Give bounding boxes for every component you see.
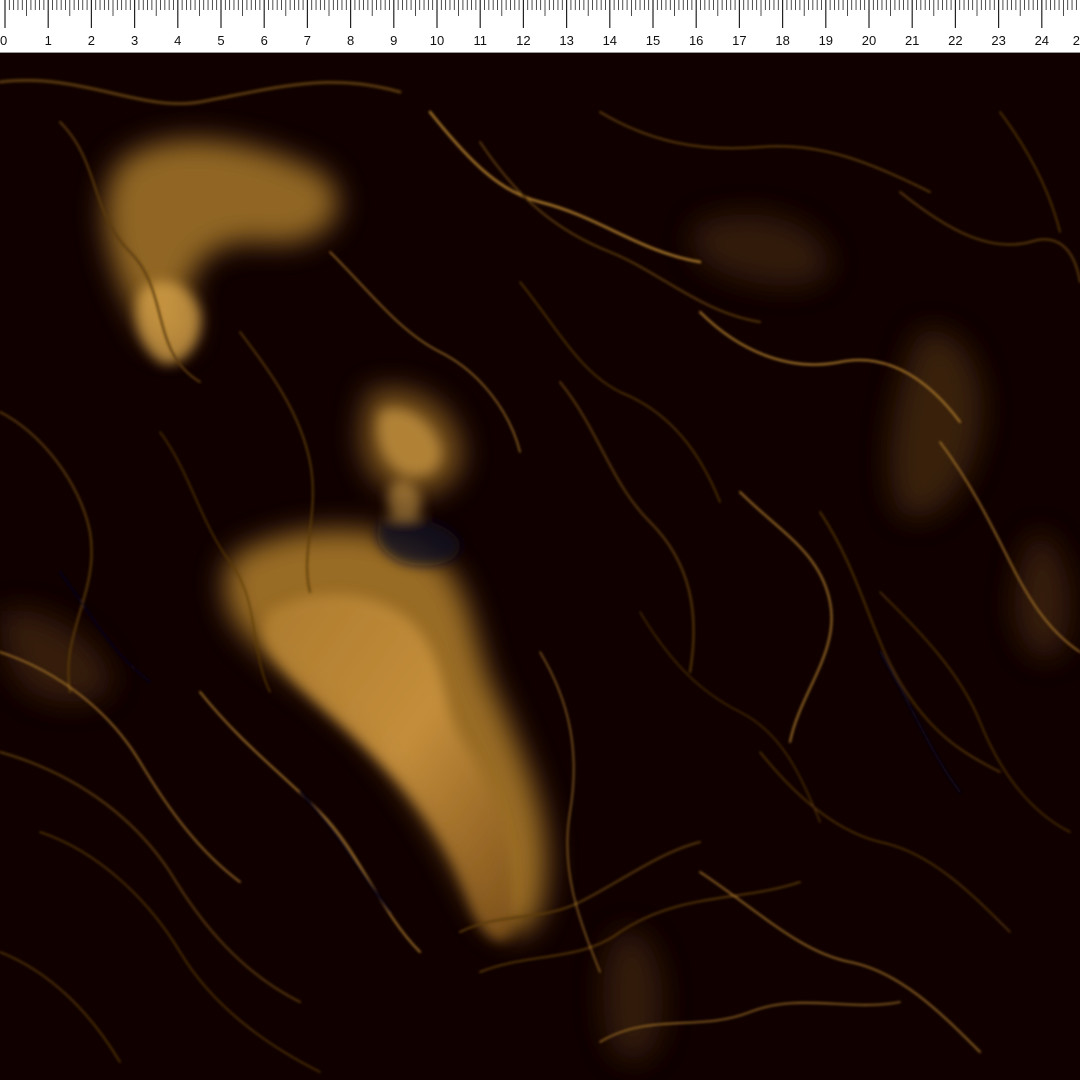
marble-pattern-image: [0, 52, 1080, 1080]
ruler-label: 5: [217, 33, 224, 48]
ruler-label: 7: [304, 33, 311, 48]
ruler-label: 18: [775, 33, 789, 48]
ruler-label: 13: [559, 33, 573, 48]
ruler-label: 1: [45, 33, 52, 48]
ruler-label: 4: [174, 33, 181, 48]
ruler-label: 9: [390, 33, 397, 48]
ruler-label: 8: [347, 33, 354, 48]
ruler-label: 16: [689, 33, 703, 48]
ruler-label: 2: [88, 33, 95, 48]
ruler-label: 24: [1035, 33, 1049, 48]
ruler-label: 10: [430, 33, 444, 48]
ruler-label: 23: [991, 33, 1005, 48]
ruler-label: 11: [473, 33, 487, 48]
ruler-label: 3: [131, 33, 138, 48]
ruler-label: 6: [261, 33, 268, 48]
measurement-ruler: 0 1 2 3 4 5 6 7 8 9 10 11 12 13 14 15 16 17 18 19 20 21 22 23 24…: [0, 0, 1080, 53]
ruler-label: 17: [732, 33, 746, 48]
ruler-label: 15: [646, 33, 660, 48]
marble-pattern-swatch: [0, 52, 1080, 1080]
ruler-label: 2: [1073, 33, 1080, 48]
ruler-scale: 0 1 2 3 4 5 6 7 8 9 10 11 12 13 14 15 16 17 18 19 20 21 22 23 24…: [0, 0, 1080, 48]
ruler-label: 19: [819, 33, 833, 48]
ruler-label: 22: [948, 33, 962, 48]
ruler-label: 21: [905, 33, 919, 48]
ruler-label: 0: [0, 33, 7, 48]
ruler-label: 12: [516, 33, 530, 48]
fabric-preview: 0 1 2 3 4 5 6 7 8 9 10 11 12 13 14 15 16 17 18 19 20 21 22 23 24…: [0, 0, 1080, 1080]
ruler-label: 20: [862, 33, 876, 48]
ruler-label: 14: [603, 33, 617, 48]
